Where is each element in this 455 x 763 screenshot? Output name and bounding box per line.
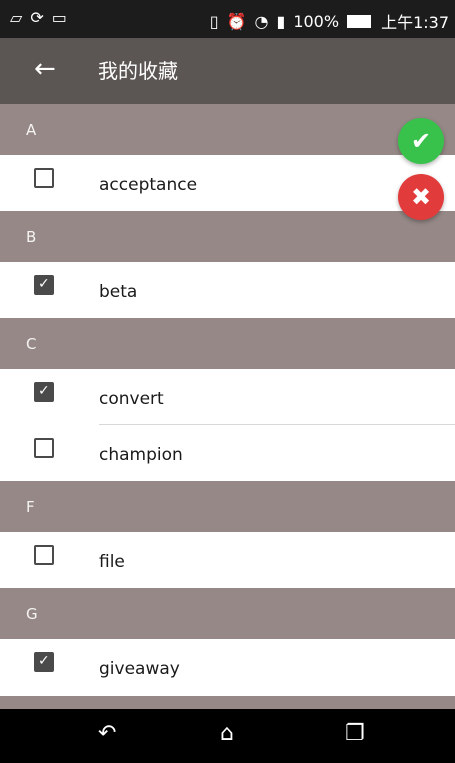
home-icon[interactable]: ⌂ [220,721,234,746]
item-label: acceptance [99,175,198,195]
battery-icon [347,14,372,28]
favorites-list: A acceptance B beta C convert champion F… [0,104,455,695]
back-icon[interactable]: ↶ [98,721,116,746]
checkbox-checked[interactable] [34,275,54,295]
section-header-c: C [0,318,455,369]
status-bar: ▱ ⟳ ▭ ▯ ⏰ ◔ ▮ 100% 上午1:37 [0,0,455,38]
item-label: file [99,552,125,572]
page-title: 我的收藏 [98,59,178,83]
signal-icon: ▮ [276,11,286,31]
item-label: convert [99,389,164,409]
checkbox-unchecked[interactable] [34,545,54,565]
check-icon: ✔ [410,127,432,155]
list-item[interactable]: beta [0,262,455,318]
battery-percent: 100% [293,11,340,31]
alarm-icon: ⏰ [226,11,247,31]
list-item[interactable]: champion [0,425,455,481]
item-label: giveaway [99,659,180,679]
vibrate-icon: ▯ [209,11,219,31]
sync-icon: ⟳ [30,8,44,27]
app-bar: ← 我的收藏 [0,38,455,104]
status-time: 上午1:37 [381,13,449,32]
cancel-fab[interactable]: ✖ [398,174,444,220]
section-header-g: G [0,588,455,639]
section-header-f: F [0,481,455,532]
section-letter: A [26,120,37,139]
list-item[interactable]: giveaway [0,639,455,695]
section-header-a: A [0,104,455,155]
status-left-icons: ▱ ⟳ ▭ [10,8,67,27]
section-header-partial [0,696,455,709]
close-icon: ✖ [410,183,432,211]
checkbox-unchecked[interactable] [34,168,54,188]
image-icon: ▱ [10,8,23,27]
section-letter: B [26,227,37,246]
back-arrow-icon[interactable]: ← [34,56,56,82]
checkbox-unchecked[interactable] [34,438,54,458]
checkbox-checked[interactable] [34,652,54,672]
section-header-b: B [0,211,455,262]
list-item[interactable]: acceptance [0,155,455,211]
confirm-fab[interactable]: ✔ [398,118,444,164]
item-label: beta [99,282,138,302]
recents-icon[interactable]: ❐ [345,721,365,746]
section-letter: G [26,604,38,623]
wifi-icon: ◔ [254,11,269,31]
section-letter: F [26,497,35,516]
status-right-icons: ▯ ⏰ ◔ ▮ 100% 上午1:37 [210,9,449,33]
section-letter: C [26,334,37,353]
item-label: champion [99,445,183,465]
list-item[interactable]: file [0,532,455,588]
navigation-bar: ↶ ⌂ ❐ [0,709,455,763]
photo-icon: ▭ [51,8,67,27]
list-item[interactable]: convert [0,369,455,425]
checkbox-checked[interactable] [34,382,54,402]
